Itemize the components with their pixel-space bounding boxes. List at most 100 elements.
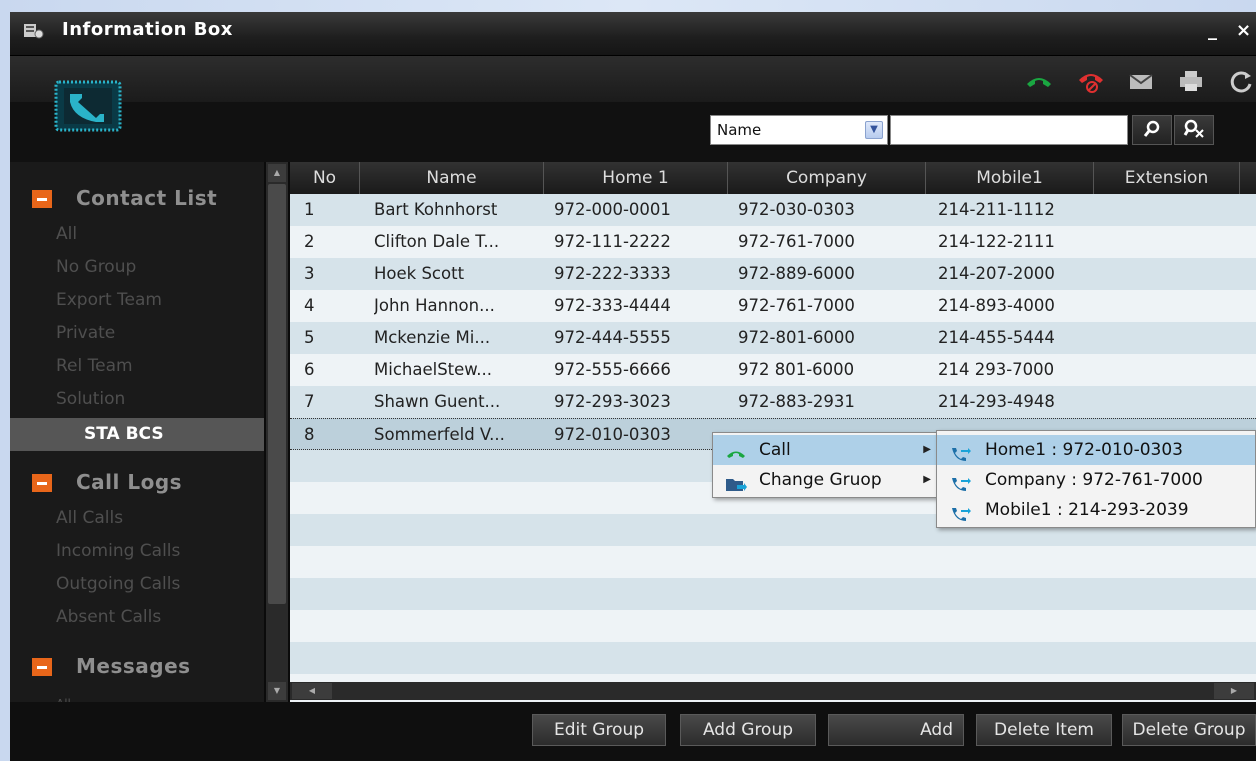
cell-home: 972-444-5555	[554, 328, 671, 347]
table-horizontal-scrollbar[interactable]: ◀ ▶	[290, 682, 1256, 700]
title-bar: Information Box _ ×	[10, 12, 1256, 56]
cell-ext	[1106, 258, 1236, 290]
cell-mobile: 214-207-2000	[938, 264, 1055, 283]
scroll-left-icon[interactable]: ◀	[292, 683, 332, 699]
cell-name: Bart Kohnhorst	[374, 200, 498, 219]
search-input[interactable]	[890, 115, 1128, 145]
table-row-empty	[290, 642, 1256, 674]
search-button[interactable]	[1132, 115, 1172, 145]
sidebar-item-solution[interactable]: Solution	[10, 383, 264, 416]
submenu-company[interactable]: Company : 972-761-7000	[937, 465, 1255, 495]
sidebar-scrollbar[interactable]: ▲ ▼	[266, 162, 288, 702]
edit-group-button[interactable]: Edit Group	[532, 714, 666, 746]
collapse-icon[interactable]	[32, 474, 52, 492]
call-submenu: Home1 : 972-010-0303 Company : 972-761-7…	[936, 430, 1256, 528]
print-icon[interactable]	[1176, 68, 1206, 94]
context-menu-call[interactable]: Call ▶	[713, 435, 939, 465]
cell-mobile: 214-211-1112	[938, 200, 1055, 219]
sidebar-item-all-calls[interactable]: All Calls	[10, 502, 264, 535]
table-row[interactable]: 1 Bart Kohnhorst 972-000-0001 972-030-0303 2…	[290, 194, 1256, 226]
cell-home: 972-293-3023	[554, 392, 671, 411]
search-field-select[interactable]: Name ▼	[710, 115, 888, 145]
submenu-mobile1[interactable]: Mobile1 : 214-293-2039	[937, 495, 1255, 525]
messages-section[interactable]: Messages	[10, 646, 264, 686]
cell-home: 972-555-6666	[554, 360, 671, 379]
magnifier-icon	[1141, 120, 1163, 146]
table-row[interactable]: 6 MichaelStew... 972-555-6666 972 801-6000 2…	[290, 354, 1256, 386]
cell-company: 972-801-6000	[738, 328, 855, 347]
toolbar-band	[10, 56, 1256, 102]
sidebar-item-incoming-calls[interactable]: Incoming Calls	[10, 535, 264, 568]
search-field-value: Name	[717, 121, 762, 139]
cell-name: Mckenzie Mi...	[374, 328, 491, 347]
hangup-icon[interactable]	[1076, 68, 1106, 94]
footer: Edit Group Add Group Add Delete Item Del…	[10, 702, 1256, 761]
cell-no: 6	[304, 360, 315, 379]
mail-icon[interactable]	[1126, 68, 1156, 94]
collapse-icon[interactable]	[32, 658, 52, 676]
minimize-button[interactable]: _	[1208, 20, 1217, 41]
cell-company: 972-883-2931	[738, 392, 855, 411]
column-header-no[interactable]: No	[290, 162, 360, 194]
cell-mobile: 214-455-5444	[938, 328, 1055, 347]
scroll-right-icon[interactable]: ▶	[1214, 683, 1254, 699]
cell-no: 8	[304, 425, 315, 444]
column-header-home[interactable]: Home 1	[544, 162, 728, 194]
call-logs-section[interactable]: Call Logs	[10, 462, 264, 502]
scroll-down-icon[interactable]: ▼	[268, 682, 286, 700]
cell-no: 4	[304, 296, 315, 315]
column-header-company[interactable]: Company	[728, 162, 926, 194]
delete-item-button[interactable]: Delete Item	[976, 714, 1112, 746]
context-menu-change-group[interactable]: Change Gruop ▶	[713, 465, 939, 495]
cell-ext	[1106, 194, 1236, 226]
cell-ext	[1106, 322, 1236, 354]
section-title: Messages	[76, 654, 191, 678]
column-header-extension[interactable]: Extension	[1094, 162, 1240, 194]
cell-ext	[1106, 226, 1236, 258]
section-title: Contact List	[76, 186, 218, 210]
close-button[interactable]: ×	[1236, 20, 1251, 41]
collapse-icon[interactable]	[32, 190, 52, 208]
table-row[interactable]: 4 John Hannon... 972-333-4444 972-761-7000 2…	[290, 290, 1256, 322]
contact-list-section[interactable]: Contact List	[10, 178, 264, 218]
refresh-icon[interactable]	[1226, 68, 1256, 94]
delete-group-button[interactable]: Delete Group	[1122, 714, 1256, 746]
column-header-name[interactable]: Name	[360, 162, 544, 194]
sidebar-item-messages-all[interactable]: All	[10, 688, 264, 702]
sidebar-item-no-group[interactable]: No Group	[10, 251, 264, 284]
sidebar-item-export-team[interactable]: Export Team	[10, 284, 264, 317]
cell-ext	[1106, 290, 1236, 322]
scroll-thumb[interactable]	[268, 184, 286, 604]
context-menu: Call ▶ Change Gruop ▶	[712, 432, 940, 498]
window-title: Information Box	[62, 19, 233, 40]
cell-mobile: 214-122-2111	[938, 232, 1055, 251]
table-row[interactable]: 7 Shawn Guent... 972-293-3023 972-883-2931 2…	[290, 386, 1256, 418]
cell-no: 3	[304, 264, 315, 283]
phone-outgoing-icon	[949, 442, 971, 461]
sidebar-item-rel-team[interactable]: Rel Team	[10, 350, 264, 383]
answer-call-icon[interactable]	[1024, 68, 1054, 94]
table-row-empty	[290, 546, 1256, 578]
cell-ext	[1106, 354, 1236, 386]
clear-search-button[interactable]	[1174, 115, 1214, 145]
cell-name: MichaelStew...	[374, 360, 493, 379]
table-row[interactable]: 5 Mckenzie Mi... 972-444-5555 972-801-6000 2…	[290, 322, 1256, 354]
add-button[interactable]: Add	[828, 714, 964, 746]
scroll-up-icon[interactable]: ▲	[268, 164, 286, 182]
phone-outgoing-icon	[949, 502, 971, 521]
submenu-home1[interactable]: Home1 : 972-010-0303	[937, 435, 1255, 465]
answer-call-icon	[725, 442, 747, 458]
column-header-mobile[interactable]: Mobile1	[926, 162, 1094, 194]
sidebar-item-private[interactable]: Private	[10, 317, 264, 350]
table-row[interactable]: 2 Clifton Dale T... 972-111-2222 972-761-70…	[290, 226, 1256, 258]
sidebar-item-sta-bcs[interactable]: STA BCS	[10, 418, 264, 451]
add-group-button[interactable]: Add Group	[680, 714, 816, 746]
cell-name: Clifton Dale T...	[374, 232, 500, 251]
sidebar-item-outgoing-calls[interactable]: Outgoing Calls	[10, 568, 264, 601]
sidebar-item-absent-calls[interactable]: Absent Calls	[10, 601, 264, 634]
cell-company: 972-889-6000	[738, 264, 855, 283]
chevron-down-icon[interactable]: ▼	[865, 121, 883, 139]
table-row[interactable]: 3 Hoek Scott 972-222-3333 972-889-6000 214-2…	[290, 258, 1256, 290]
sidebar-item-all[interactable]: All	[10, 218, 264, 251]
cell-home: 972-010-0303	[554, 425, 671, 444]
